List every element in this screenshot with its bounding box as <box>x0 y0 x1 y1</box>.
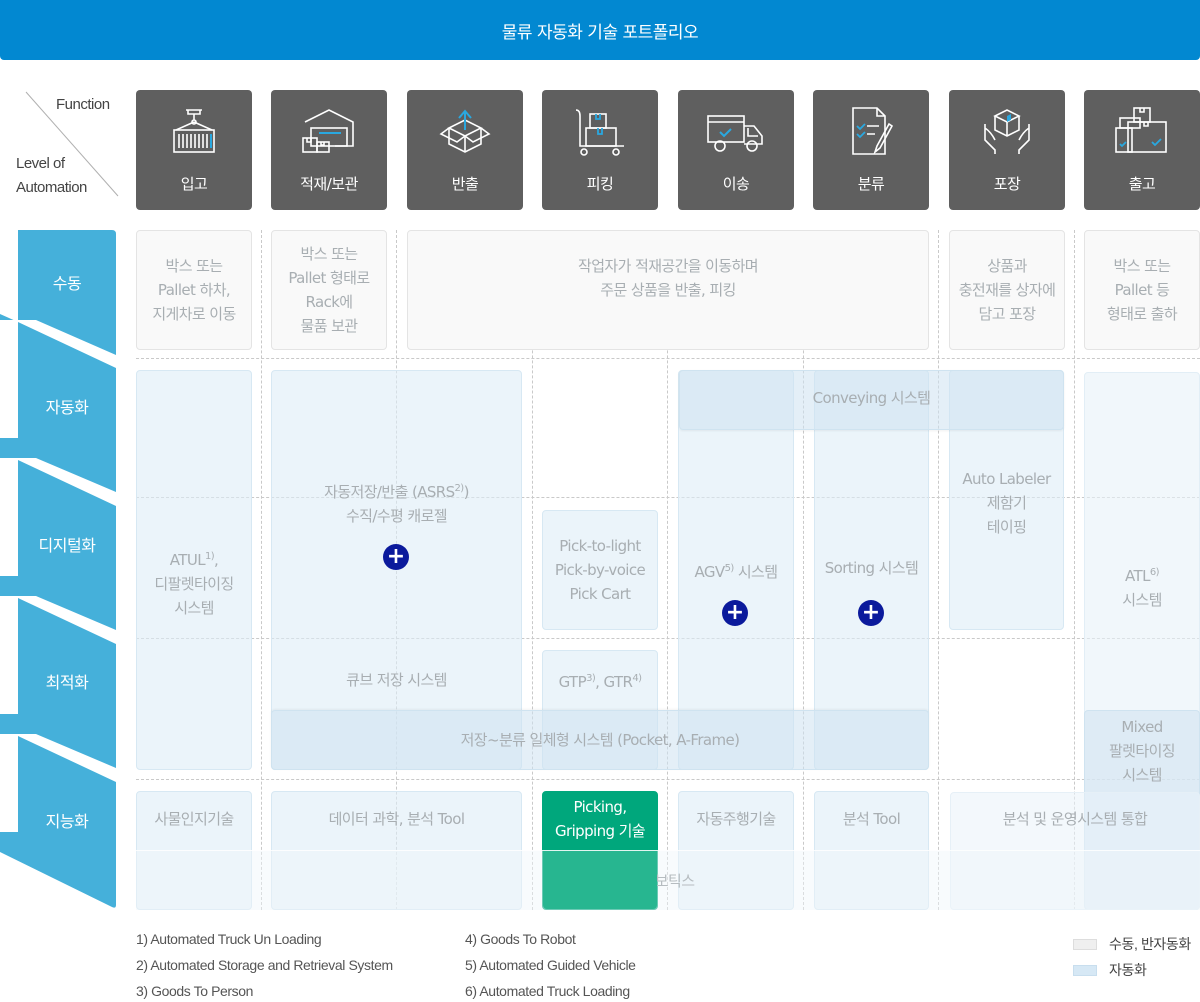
function-outbound-release[interactable]: 반출 <box>407 90 523 210</box>
cell-atul: ATUL1), 디팔렛타이징 시스템 <box>136 370 252 770</box>
expand-asrs-button[interactable]: + <box>383 544 409 570</box>
footnote-2: 2) Automated Storage and Retrieval Syste… <box>136 957 393 973</box>
function-sorting[interactable]: 분류 <box>813 90 929 210</box>
cell-manual-picking: 작업자가 적재공간을 이동하며 주문 상품을 반출, 피킹 <box>407 230 929 350</box>
box-out-icon <box>439 109 491 153</box>
function-label: 포장 <box>993 175 1021 193</box>
delivery-truck-icon <box>707 115 763 152</box>
container-crane-icon <box>173 109 215 153</box>
grid-line <box>261 230 262 910</box>
function-picking[interactable]: 피킹 <box>542 90 658 210</box>
legend: 수동, 반자동화 자동화 <box>1073 934 1191 980</box>
level-label-optimization: 최적화 <box>45 673 89 692</box>
function-transfer[interactable]: 이송 <box>678 90 794 210</box>
cell-cube-storage: 큐브 저장 시스템 <box>346 671 447 689</box>
level-axis-label-line1: Level of <box>16 155 65 172</box>
level-label-digitalization: 디지털화 <box>38 536 96 555</box>
function-label: 분류 <box>857 175 885 193</box>
function-label: 입고 <box>180 175 208 193</box>
boxes-icon <box>1115 107 1167 153</box>
cell-robotics: 로보틱스 <box>136 850 1200 910</box>
footnote-5: 5) Automated Guided Vehicle <box>465 957 636 973</box>
legend-swatch-manual <box>1073 938 1097 950</box>
cell-manual-storage: 박스 또는 Pallet 형태로 Rack에 물품 보관 <box>271 230 387 350</box>
grid-line <box>938 230 939 910</box>
function-label: 적재/보관 <box>300 175 358 193</box>
cell-manual-inbound: 박스 또는 Pallet 하차, 지게차로 이동 <box>136 230 252 350</box>
cell-pocket-a-frame: 저장~분류 일체형 시스템 (Pocket, A-Frame) <box>271 710 929 770</box>
cell-manual-outbound: 박스 또는 Pallet 등 형태로 출하 <box>1084 230 1200 350</box>
level-label-automation: 자동화 <box>45 398 89 417</box>
function-label: 반출 <box>451 175 479 193</box>
function-shipping[interactable]: 출고 <box>1084 90 1200 210</box>
cell-manual-packing: 상품과 충전재를 상자에 담고 포장 <box>949 230 1065 350</box>
expand-agv-button[interactable]: + <box>722 600 748 626</box>
expand-sorting-button[interactable]: + <box>858 600 884 626</box>
function-label: 피킹 <box>586 175 614 193</box>
warehouse-icon <box>302 109 354 153</box>
level-axis-label-line2: Automation <box>16 179 87 196</box>
footnote-3: 3) Goods To Person <box>136 983 254 999</box>
function-packing[interactable]: 포장 <box>949 90 1065 210</box>
legend-item-manual: 수동, 반자동화 <box>1073 934 1191 954</box>
footnote-1: 1) Automated Truck Un Loading <box>136 931 322 947</box>
page-title: 물류 자동화 기술 포트폴리오 <box>501 22 699 43</box>
level-label-manual: 수동 <box>52 274 82 293</box>
grid-line <box>136 358 1200 359</box>
function-label: 이송 <box>722 175 750 193</box>
hand-truck-icon <box>575 109 624 156</box>
legend-item-automation: 자동화 <box>1073 960 1191 980</box>
grid-line <box>136 779 1200 780</box>
hands-box-icon <box>984 109 1030 154</box>
page-title-bar: 물류 자동화 기술 포트폴리오 <box>0 0 1200 60</box>
legend-swatch-automation <box>1073 964 1097 976</box>
function-axis-label: Function <box>56 96 110 113</box>
checklist-icon <box>852 107 894 155</box>
footnote-6: 6) Automated Truck Loading <box>465 983 630 999</box>
cell-pick-to-light: Pick-to-light Pick-by-voice Pick Cart <box>542 510 658 630</box>
function-label: 출고 <box>1128 175 1156 193</box>
robotics-highlight-segment <box>543 851 657 909</box>
footnote-4: 4) Goods To Robot <box>465 931 576 947</box>
level-label-intelligence: 지능화 <box>45 812 89 831</box>
function-inbound[interactable]: 입고 <box>136 90 252 210</box>
function-storage[interactable]: 적재/보관 <box>271 90 387 210</box>
cell-conveying: Conveying 시스템 <box>679 370 1064 430</box>
